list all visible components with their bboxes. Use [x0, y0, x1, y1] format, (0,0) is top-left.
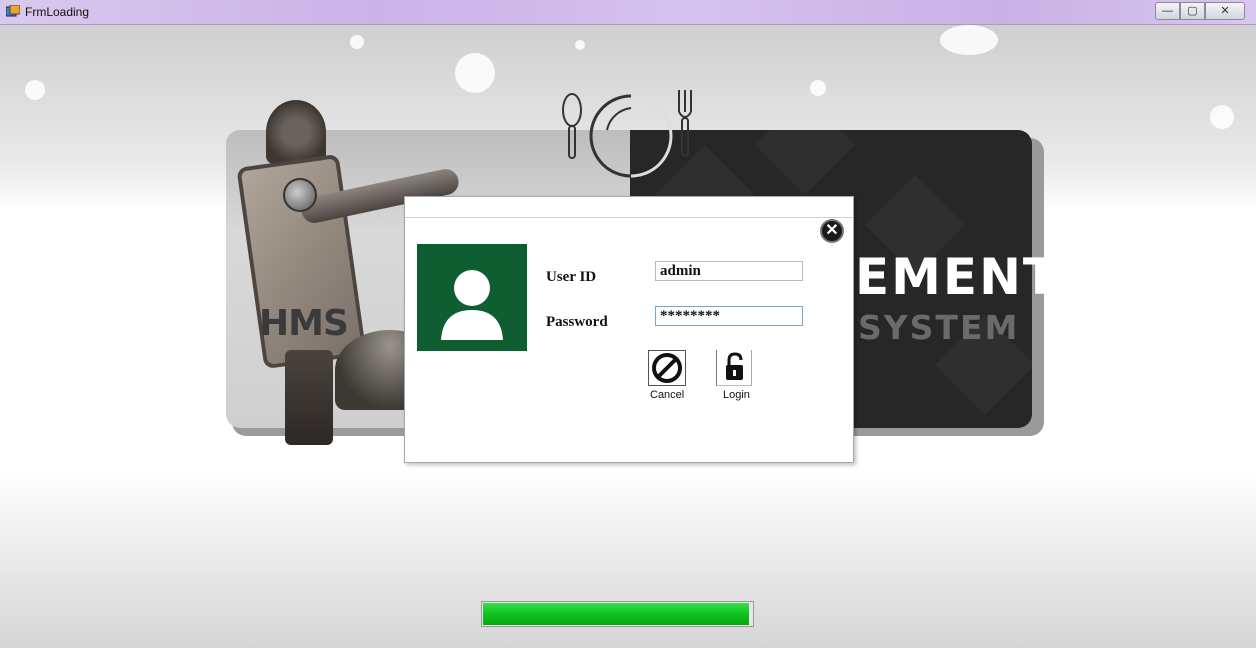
app-icon [6, 5, 20, 17]
plate-cutlery-icon [562, 90, 692, 178]
user-id-input[interactable]: admin [655, 261, 803, 281]
door-handle-bottom-icon [285, 350, 333, 445]
login-button[interactable] [716, 350, 752, 386]
avatar [417, 244, 527, 351]
unlock-icon [726, 352, 743, 380]
minimize-button[interactable]: — [1155, 2, 1180, 20]
user-silhouette-icon [441, 270, 503, 340]
maximize-button[interactable]: ▢ [1180, 2, 1205, 20]
banner-pattern [755, 130, 855, 195]
cancel-button[interactable] [648, 350, 686, 386]
login-label: Login [723, 389, 750, 401]
bokeh-light [575, 40, 585, 50]
cancel-label: Cancel [650, 389, 685, 401]
password-label: Password [546, 314, 608, 330]
bokeh-light [940, 25, 998, 55]
bokeh-light [1210, 105, 1234, 129]
loading-progress-bar [481, 601, 754, 627]
bokeh-light [455, 53, 495, 93]
door-handle-top-icon [266, 100, 326, 164]
bokeh-light [810, 80, 826, 96]
cancel-icon [652, 353, 682, 383]
spoon-icon [562, 93, 582, 159]
window-title: FrmLoading [25, 5, 90, 19]
password-input[interactable]: ******** [655, 306, 803, 326]
bokeh-light [350, 35, 364, 49]
title-bar: FrmLoading — ▢ ✕ [0, 0, 1256, 25]
banner-headline: EMENT [855, 248, 1060, 306]
close-window-button[interactable]: ✕ [1205, 2, 1245, 20]
user-id-label: User ID [546, 269, 597, 285]
progress-fill [483, 603, 749, 625]
fork-icon [678, 90, 692, 157]
door-knob-icon [283, 178, 317, 212]
bokeh-light [25, 80, 45, 100]
banner-subline: SYSTEM [858, 308, 1020, 347]
plate-icon [589, 94, 673, 178]
dialog-header-strip [405, 197, 853, 218]
login-dialog: ✕ User ID admin Password ******** Cancel… [404, 196, 854, 463]
hms-logo: HMS [259, 303, 349, 344]
dialog-close-icon[interactable]: ✕ [820, 219, 844, 243]
